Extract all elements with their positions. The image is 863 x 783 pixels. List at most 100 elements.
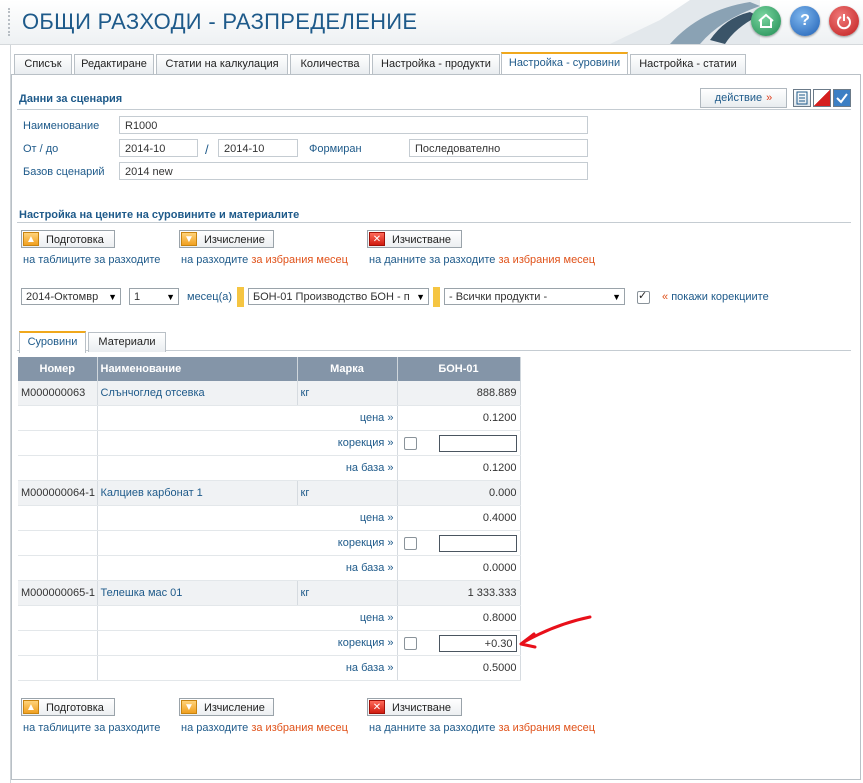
correction-input[interactable] (438, 534, 517, 552)
item-price: 0.8000 (397, 605, 521, 631)
subrow-label-base[interactable]: на база » (97, 555, 398, 581)
correction-checkbox[interactable] (403, 536, 417, 550)
empty-cell (18, 405, 98, 431)
action-label: действие (714, 92, 763, 104)
confirm-icon[interactable] (833, 89, 851, 107)
subrow-chevron: » (387, 562, 394, 574)
home-icon[interactable] (751, 6, 781, 36)
subrow-label-correction[interactable]: корекция » (97, 430, 398, 456)
action-button[interactable]: действие» (700, 88, 787, 108)
empty-cell (18, 605, 98, 631)
page-title: ОБЩИ РАЗХОДИ - РАЗПРЕДЕЛЕНИЕ (22, 9, 418, 34)
name-label: Наименование (23, 120, 100, 132)
clear-button[interactable]: ✕ Изчистване (367, 230, 462, 248)
empty-cell (18, 530, 98, 556)
calculate-button-bottom[interactable]: ▼ Изчисление (179, 698, 274, 716)
month-count-select[interactable]: 1 ▼ (129, 288, 179, 305)
item-code: M000000063 (18, 381, 98, 406)
column-header-bon01: БОН-01 (397, 357, 521, 381)
show-corrections-link[interactable]: « покажи корекциите (662, 291, 769, 303)
tab-settings-items[interactable]: Настройка - статии (630, 54, 746, 74)
column-header-brand: Марка (297, 357, 398, 381)
table-subrow-base: на база » 0.0000 (18, 555, 521, 581)
tab-materials[interactable]: Материали (88, 332, 166, 352)
tab-settings-products[interactable]: Настройка - продукти (372, 54, 500, 74)
header-grip (8, 8, 12, 36)
item-unit: кг (297, 381, 398, 406)
prepare-button[interactable]: ▲ Подготовка (21, 230, 115, 248)
correction-input[interactable]: +0.30 (438, 634, 517, 652)
empty-cell (18, 630, 98, 656)
arrow-up-icon: ▲ (23, 232, 39, 246)
subrow-label-text: цена (359, 412, 385, 424)
clear-button-label: Изчистване (392, 234, 452, 246)
from-field[interactable]: 2014-10 (119, 139, 198, 157)
item-unit: кг (297, 480, 398, 506)
prepare-caption: на таблиците за разходите (23, 254, 161, 266)
products-select[interactable]: - Всички продукти - ▼ (444, 288, 625, 305)
power-icon[interactable] (829, 6, 859, 36)
table-row: M000000063 Слънчоглед отсевка кг 888.889 (18, 381, 521, 406)
chevron-down-icon: ▼ (166, 292, 175, 302)
subrow-label-text: на база (345, 462, 385, 474)
subrow-label-price[interactable]: цена » (97, 605, 398, 631)
tab-settings-raw-materials[interactable]: Настройка - суровини (501, 52, 628, 74)
subrow-label-text: на база (345, 562, 385, 574)
clear-x-icon: ✕ (369, 700, 385, 714)
subrow-label-base[interactable]: на база » (97, 455, 398, 481)
item-base: 0.0000 (397, 555, 521, 581)
calculate-button[interactable]: ▼ Изчисление (179, 230, 274, 248)
chevron-down-icon: ▼ (108, 292, 117, 302)
month-select-value: 2014-Октомвр (26, 291, 99, 303)
subrow-label-text: цена (359, 612, 385, 624)
clear-caption-text: на данните за разходите (369, 254, 496, 266)
help-icon[interactable]: ? (790, 6, 820, 36)
scenario-section-title: Данни за сценария (19, 93, 123, 105)
item-quantity: 1 333.333 (397, 580, 521, 606)
clear-caption: на данните за разходите за избрания месе… (369, 254, 595, 266)
name-field[interactable]: R1000 (119, 116, 588, 134)
item-unit: кг (297, 580, 398, 606)
item-name[interactable]: Слънчоглед отсевка (97, 381, 298, 406)
arrow-down-icon: ▼ (181, 232, 197, 246)
month-count-value: 1 (134, 291, 141, 303)
month-select[interactable]: 2014-Октомвр ▼ (21, 288, 121, 305)
base-scenario-field[interactable]: 2014 new (119, 162, 588, 180)
cancel-icon[interactable] (813, 89, 831, 107)
subrow-label-price[interactable]: цена » (97, 405, 398, 431)
calculate-caption-text: на разходите (181, 254, 249, 266)
to-field[interactable]: 2014-10 (218, 139, 298, 157)
item-name[interactable]: Телешка мас 01 (97, 580, 298, 606)
report-icon[interactable] (793, 89, 811, 107)
prepare-button-bottom[interactable]: ▲ Подготовка (21, 698, 115, 716)
table-subrow-price: цена » 0.1200 (18, 405, 521, 431)
show-corrections-checkbox[interactable] (637, 289, 650, 304)
table-subrow-base: на база » 0.1200 (18, 455, 521, 481)
subrow-chevron: » (387, 512, 394, 524)
table-subrow-base: на база » 0.5000 (18, 655, 521, 681)
subrow-label-base[interactable]: на база » (97, 655, 398, 681)
filter-marker (237, 287, 244, 307)
clear-button-bottom[interactable]: ✕ Изчистване (367, 698, 462, 716)
correction-checkbox[interactable] (403, 436, 417, 450)
tab-cost-items[interactable]: Статии на калкулация (156, 54, 288, 74)
prepare-caption-bottom: на таблиците за разходите (23, 722, 161, 734)
subrow-label-correction[interactable]: корекция » (97, 530, 398, 556)
clear-caption-highlight: за избрания месец (498, 254, 596, 266)
subrow-label-text: корекция (337, 637, 385, 649)
correction-input[interactable] (438, 434, 517, 452)
tab-edit[interactable]: Редактиране (74, 54, 154, 74)
tab-quantities[interactable]: Количества (290, 54, 370, 74)
formed-field[interactable]: Последователно (409, 139, 588, 157)
item-name[interactable]: Калциев карбонат 1 (97, 480, 298, 506)
subrow-chevron: » (387, 462, 394, 474)
subrow-label-correction[interactable]: корекция » (97, 630, 398, 656)
clear-caption-highlight: за избрания месец (498, 722, 596, 734)
subrow-chevron: » (387, 662, 394, 674)
correction-checkbox[interactable] (403, 636, 417, 650)
production-select[interactable]: БОН-01 Производство БОН - п ▼ (248, 288, 429, 305)
tab-raw-materials[interactable]: Суровини (19, 331, 86, 353)
subrow-label-price[interactable]: цена » (97, 505, 398, 531)
tab-list[interactable]: Списък (14, 54, 72, 74)
table-row: M000000064-1 Калциев карбонат 1 кг 0.000 (18, 480, 521, 506)
